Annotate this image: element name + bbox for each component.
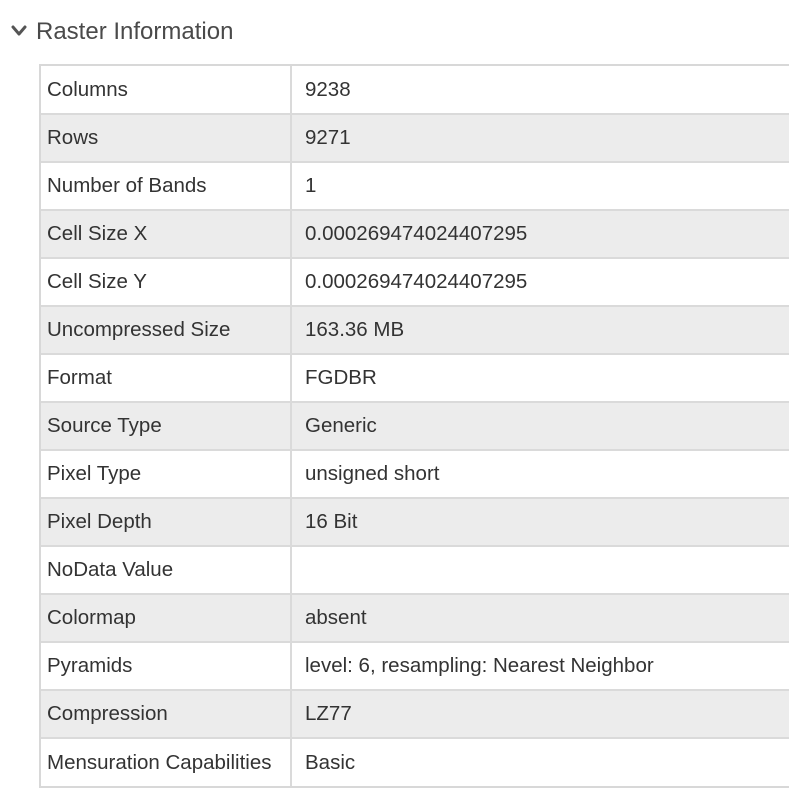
chevron-down-icon[interactable] <box>11 24 27 38</box>
property-value: unsigned short <box>290 450 789 499</box>
table-row: Source Type Generic <box>41 402 789 451</box>
raster-information-header[interactable]: Raster Information <box>0 0 789 64</box>
property-value: FGDBR <box>290 354 789 403</box>
property-label: Pixel Type <box>41 450 291 499</box>
table-row: Colormap absent <box>41 594 789 643</box>
table-row: Mensuration Capabilities Basic <box>41 738 789 786</box>
property-label: Rows <box>41 114 291 163</box>
property-value: Basic <box>290 738 789 786</box>
property-value: 0.000269474024407295 <box>290 258 789 307</box>
table-row: Number of Bands 1 <box>41 162 789 211</box>
table-row: Format FGDBR <box>41 354 789 403</box>
table-row: NoData Value <box>41 546 789 595</box>
property-value: 9271 <box>290 114 789 163</box>
table-row: Uncompressed Size 163.36 MB <box>41 306 789 355</box>
table-row: Rows 9271 <box>41 114 789 163</box>
property-value: 0.000269474024407295 <box>290 210 789 259</box>
property-label: Number of Bands <box>41 162 291 211</box>
table-row: Pixel Type unsigned short <box>41 450 789 499</box>
property-value: level: 6, resampling: Nearest Neighbor <box>290 642 789 691</box>
raster-info-table: Columns 9238 Rows 9271 Number of Bands 1 Cell … <box>39 64 789 788</box>
property-value: 9238 <box>290 66 789 115</box>
property-value: 16 Bit <box>290 498 789 547</box>
property-label: Compression <box>41 690 291 739</box>
table-row: Columns 9238 <box>41 66 789 115</box>
property-label: Pyramids <box>41 642 291 691</box>
property-value: 163.36 MB <box>290 306 789 355</box>
property-label: Uncompressed Size <box>41 306 291 355</box>
table-row: Compression LZ77 <box>41 690 789 739</box>
section-title: Raster Information <box>36 18 234 45</box>
table-row: Pixel Depth 16 Bit <box>41 498 789 547</box>
property-value: 1 <box>290 162 789 211</box>
property-value <box>290 546 789 595</box>
property-value: LZ77 <box>290 690 789 739</box>
table-row: Cell Size Y 0.000269474024407295 <box>41 258 789 307</box>
property-label: Format <box>41 354 291 403</box>
property-value: Generic <box>290 402 789 451</box>
property-label: Colormap <box>41 594 291 643</box>
table-row: Pyramids level: 6, resampling: Nearest Ne… <box>41 642 789 691</box>
property-label: Cell Size Y <box>41 258 291 307</box>
property-label: Columns <box>41 66 291 115</box>
property-label: NoData Value <box>41 546 291 595</box>
table-row: Cell Size X 0.000269474024407295 <box>41 210 789 259</box>
property-label: Mensuration Capabilities <box>47 750 272 774</box>
property-label: Source Type <box>41 402 291 451</box>
property-value: absent <box>290 594 789 643</box>
property-label: Cell Size X <box>41 210 291 259</box>
raster-info-rows: Columns 9238 Rows 9271 Number of Bands 1 Cell … <box>41 66 789 786</box>
property-label: Pixel Depth <box>41 498 291 547</box>
